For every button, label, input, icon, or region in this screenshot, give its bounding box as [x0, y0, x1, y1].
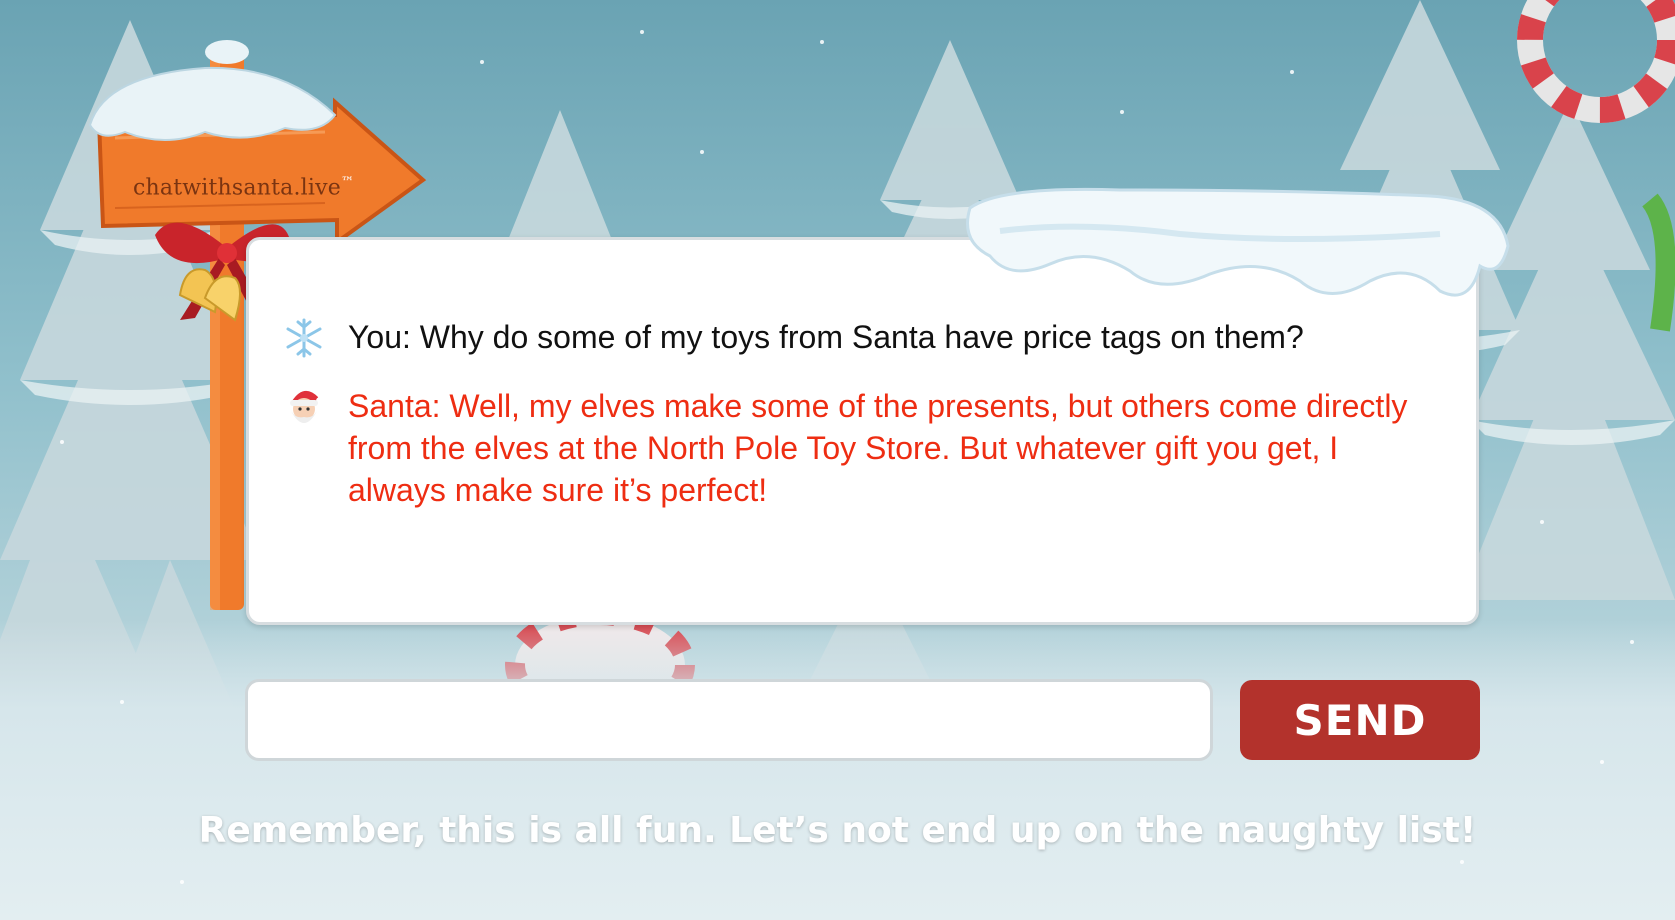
snowflake-particle [480, 60, 484, 64]
snowflake-particle [1630, 640, 1634, 644]
snowflake-icon [286, 318, 322, 358]
santa-icon [290, 390, 324, 423]
snowflake-particle [820, 40, 824, 44]
chat-message-santa: Santa: Well, my elves make some of the p… [249, 385, 1436, 511]
snowflake-particle [1600, 760, 1604, 764]
snowflake-particle [1120, 110, 1124, 114]
snowflake-particle [180, 880, 184, 884]
snowflake-particle [640, 30, 644, 34]
snowflake-particle [120, 700, 124, 704]
snowflake-particle [1460, 860, 1464, 864]
message-input[interactable] [245, 679, 1213, 761]
brand-name: chatwithsanta.live [133, 175, 341, 201]
snow-ground [0, 620, 1675, 920]
snowflake-particle [60, 440, 64, 444]
brand-sign-label: chatwithsanta.live™ [133, 175, 433, 200]
send-button[interactable]: SEND [1240, 680, 1480, 760]
snowflake-particle [1290, 70, 1294, 74]
chat-message-user: You: Why do some of my toys from Santa h… [249, 316, 1436, 360]
snowflake-particle [1540, 520, 1544, 524]
snowflake-particle [700, 150, 704, 154]
santa-message-text: Santa: Well, my elves make some of the p… [348, 388, 1408, 508]
user-message-text: You: Why do some of my toys from Santa h… [348, 319, 1304, 355]
snow-cap-decoration [966, 187, 1510, 297]
disclaimer-text: Remember, this is all fun. Let’s not end… [198, 810, 1477, 851]
trademark-symbol: ™ [340, 175, 355, 190]
